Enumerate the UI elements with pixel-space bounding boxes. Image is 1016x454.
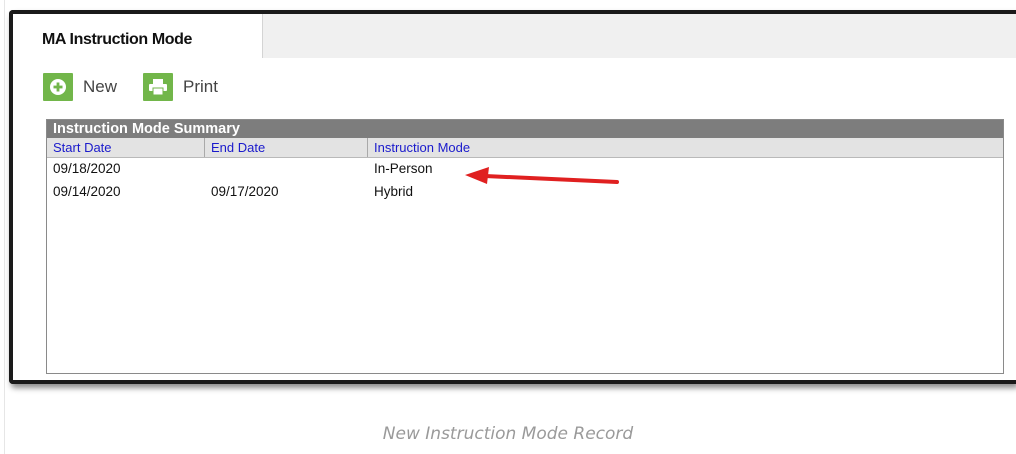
grid-title: Instruction Mode Summary [47,120,1003,138]
page-margin-rule [4,0,5,454]
add-icon [43,73,73,101]
instruction-mode-cell: In-Person [374,161,433,176]
print-button-label: Print [183,77,218,96]
tab-content: New Print Instruction Mode Summary Start… [13,58,1016,380]
instruction-mode-cell: Hybrid [374,184,414,199]
new-button[interactable]: New [43,73,117,101]
tab-bar: MA Instruction Mode [13,14,1016,58]
end-date-cell: 09/17/2020 [211,184,279,199]
column-header-instruction-mode[interactable]: Instruction Mode [368,138,1003,157]
column-header-end-date[interactable]: End Date [205,138,368,157]
print-button[interactable]: Print [143,73,218,101]
screenshot-frame: MA Instruction Mode New Print Instructio… [9,10,1016,384]
start-date-cell: 09/14/2020 [53,184,121,199]
toolbar: New Print [43,72,244,102]
instruction-mode-summary-grid: Instruction Mode Summary Start Date End … [46,119,1004,374]
tab-ma-instruction-mode[interactable]: MA Instruction Mode [13,14,263,58]
printer-icon [143,73,174,101]
grid-header-row: Start Date End Date Instruction Mode [47,138,1003,158]
new-button-label: New [83,77,118,96]
figure-caption: New Instruction Mode Record [382,424,634,444]
annotation-arrow-icon [465,167,619,184]
start-date-cell: 09/18/2020 [53,161,121,176]
column-header-start-date[interactable]: Start Date [47,138,205,157]
